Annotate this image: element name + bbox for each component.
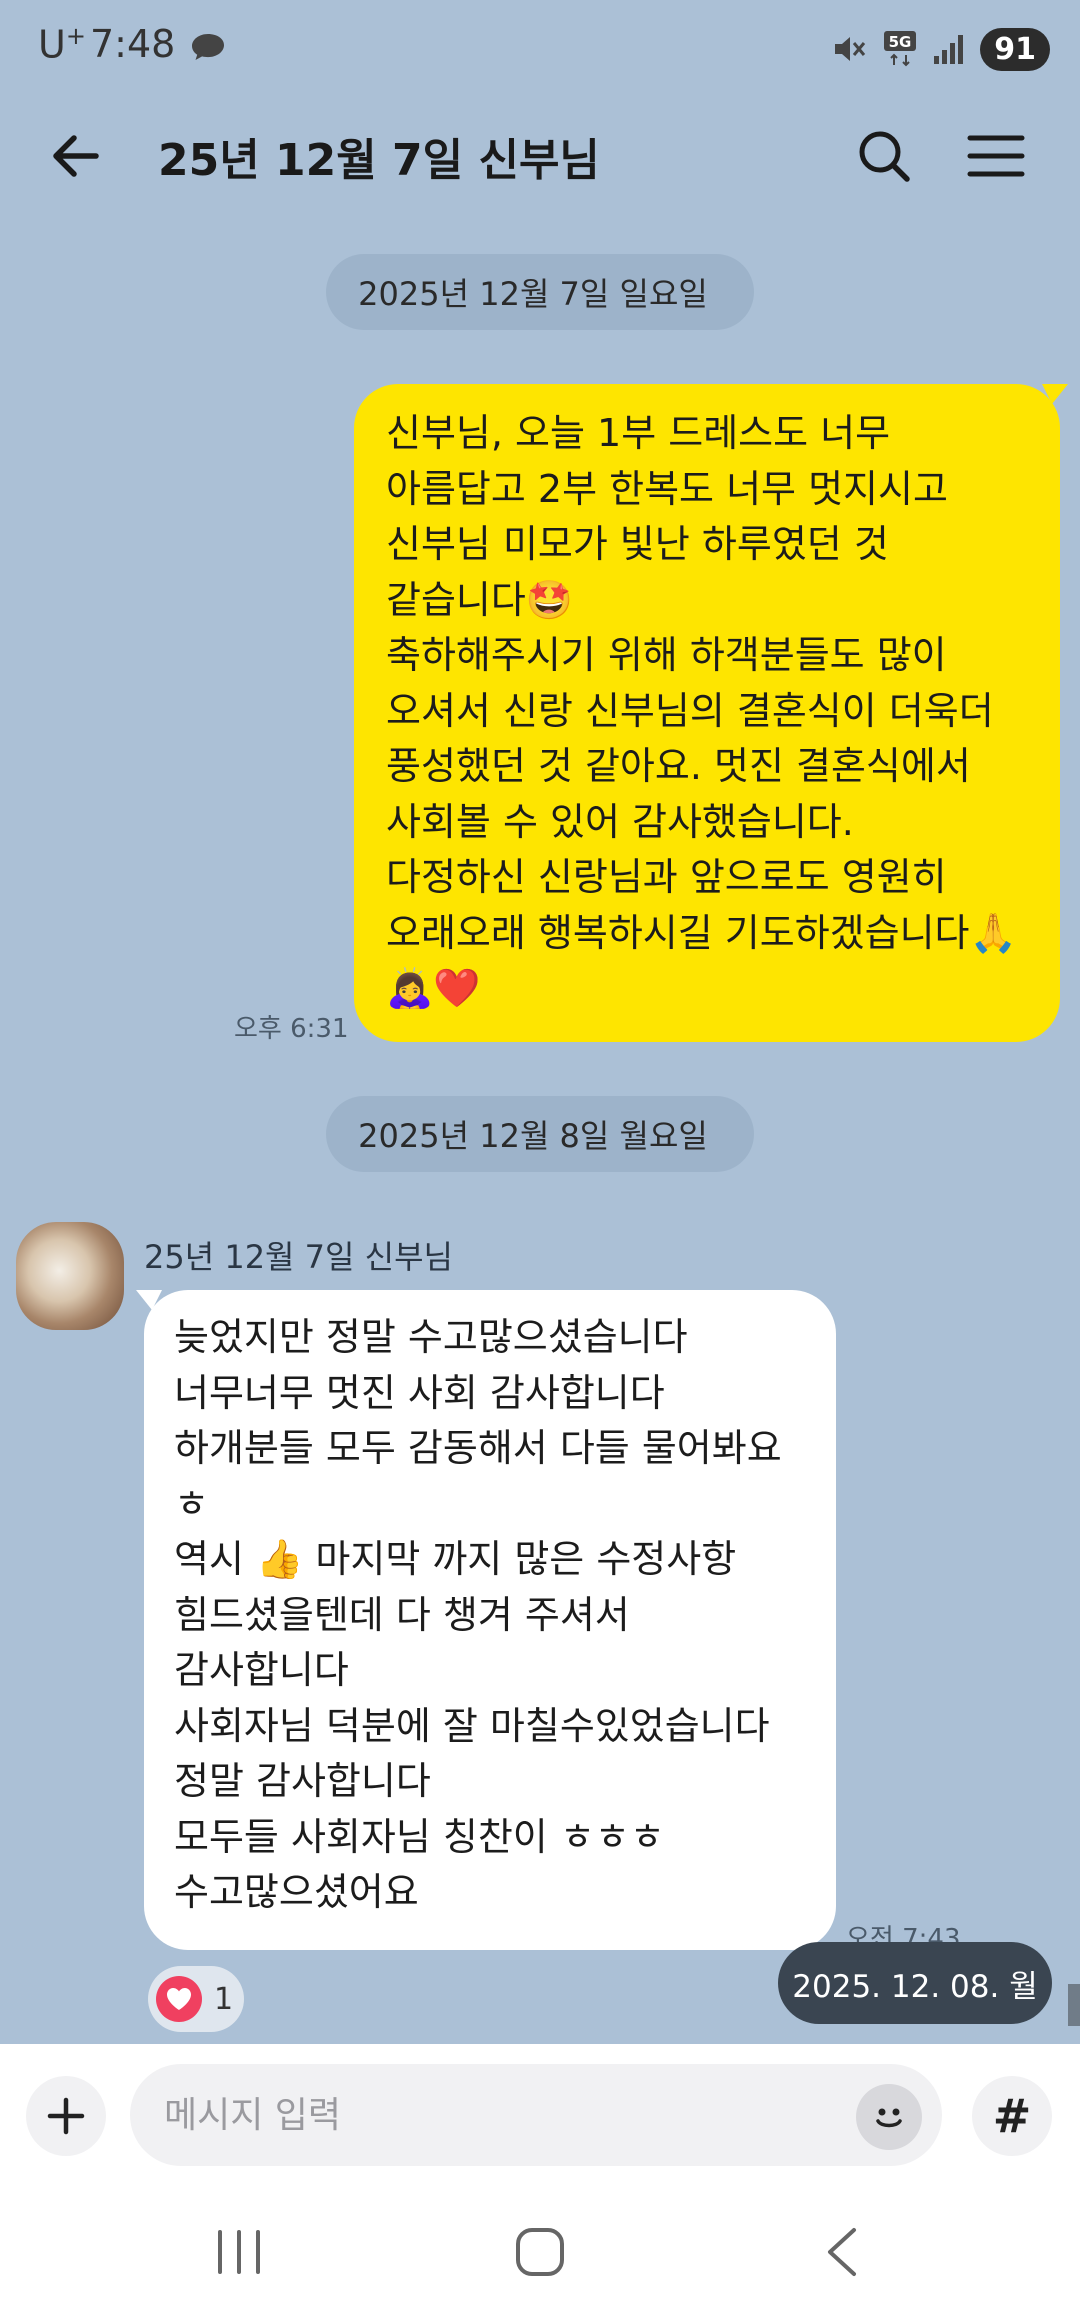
message-line: 늦었지만 정말 수고많으셨습니다	[174, 1315, 688, 1359]
reaction-count: 1	[214, 1981, 234, 2017]
reaction-badge[interactable]: 1	[148, 1966, 244, 2032]
bubble-tail	[1042, 384, 1068, 404]
hashtag-button[interactable]: #	[972, 2076, 1052, 2156]
mute-icon	[835, 37, 866, 61]
chat-title: 25년 12월 7일 신부님	[158, 135, 600, 186]
smiley-icon	[876, 2108, 902, 2128]
attach-button[interactable]	[26, 2076, 106, 2156]
svg-text:5G: 5G	[889, 33, 912, 51]
message-line: 오래오래 행복하시길 기도하겠습니다🙏	[386, 910, 1017, 955]
message-line: 같습니다🤩	[386, 577, 574, 622]
nav-back-icon[interactable]	[822, 2226, 862, 2278]
recent-apps-icon[interactable]	[214, 2228, 264, 2276]
message-input[interactable]	[130, 2064, 942, 2166]
message-line: 다정하신 신랑님과 앞으로도 영원히	[386, 855, 947, 899]
message-line: 오셔서 신랑 신부님의 결혼식이 더욱더	[386, 688, 994, 733]
menu-icon[interactable]	[964, 124, 1028, 188]
message-line: 신부님, 오늘 1부 드레스도 너무	[386, 411, 891, 455]
message-line: ㅎ	[174, 1481, 209, 1526]
message-line: 역시 👍 마지막 까지 많은 수정사항	[174, 1537, 737, 1581]
avatar[interactable]	[16, 1222, 124, 1330]
message-line: 축하해주시기 위해 하객분들도 많이	[386, 633, 947, 677]
message-line: 하개분들 모두 감동해서 다들 물어봐요	[174, 1426, 782, 1470]
sender-name: 25년 12월 7일 신부님	[144, 1238, 453, 1276]
message-line: 사회자님 덕분에 잘 마칠수있었습니다	[174, 1703, 770, 1748]
message-line: 신부님 미모가 빛난 하루였던 것	[386, 522, 889, 566]
date-divider[interactable]: 2025년 12월 7일 일요일	[326, 254, 754, 330]
back-arrow-icon[interactable]	[44, 124, 108, 188]
carrier-label: U+	[38, 22, 86, 67]
chat-bubble-icon	[192, 34, 224, 60]
battery-indicator: 91	[980, 27, 1050, 71]
bubble-tail	[136, 1290, 162, 1310]
chat-header: 25년 12월 7일 신부님	[0, 100, 1080, 210]
search-icon[interactable]	[852, 124, 916, 188]
home-icon[interactable]	[514, 2226, 566, 2278]
status-icons: 5G 91	[832, 26, 1050, 72]
message-line: 풍성했던 것 같아요. 멋진 결혼식에서	[386, 744, 971, 788]
message-line: 사회볼 수 있어 감사했습니다.	[386, 799, 854, 844]
received-message-bubble[interactable]: 늦었지만 정말 수고많으셨습니다 너무너무 멋진 사회 감사합니다 하개분들 모…	[136, 1290, 836, 1950]
scroll-date-toast: 2025. 12. 08. 월	[778, 1942, 1052, 2024]
date-divider[interactable]: 2025년 12월 8일 월요일	[326, 1096, 754, 1172]
message-line: 힘드셨을텐데 다 챙겨 주셔서	[174, 1592, 630, 1637]
date-divider-label: 2025년 12월 7일 일요일	[358, 275, 708, 313]
message-line: 모두들 사회자님 칭찬이 ㅎㅎㅎ	[174, 1814, 665, 1859]
scrollbar-thumb[interactable]	[1068, 1984, 1080, 2026]
sent-message-bubble[interactable]: 신부님, 오늘 1부 드레스도 너무 아름답고 2부 한복도 너무 멋지시고 신…	[354, 384, 1068, 1042]
signal-icon	[934, 35, 964, 64]
emoji-button[interactable]	[856, 2084, 922, 2150]
status-time: 7:48	[90, 22, 176, 66]
system-nav-bar	[0, 2184, 1080, 2316]
heart-icon	[156, 1976, 202, 2022]
message-line: 너무너무 멋진 사회 감사합니다	[174, 1370, 665, 1415]
date-divider-label: 2025년 12월 8일 월요일	[358, 1117, 708, 1155]
message-line: 아름답고 2부 한복도 너무 멋지시고	[386, 466, 948, 511]
message-line: 정말 감사합니다	[174, 1759, 431, 1803]
message-input-bar: #	[0, 2044, 1080, 2184]
message-line: 감사합니다	[174, 1648, 349, 1692]
sent-message-time: 오후 6:31	[234, 1014, 349, 1044]
plus-icon	[47, 2097, 85, 2135]
message-line: 수고많으셨어요	[174, 1870, 419, 1914]
message-line: 🙇‍♀️❤️	[386, 966, 481, 1010]
status-bar: U+ 7:48 5G 91	[0, 0, 1080, 100]
network-5g-icon: 5G	[884, 31, 917, 67]
